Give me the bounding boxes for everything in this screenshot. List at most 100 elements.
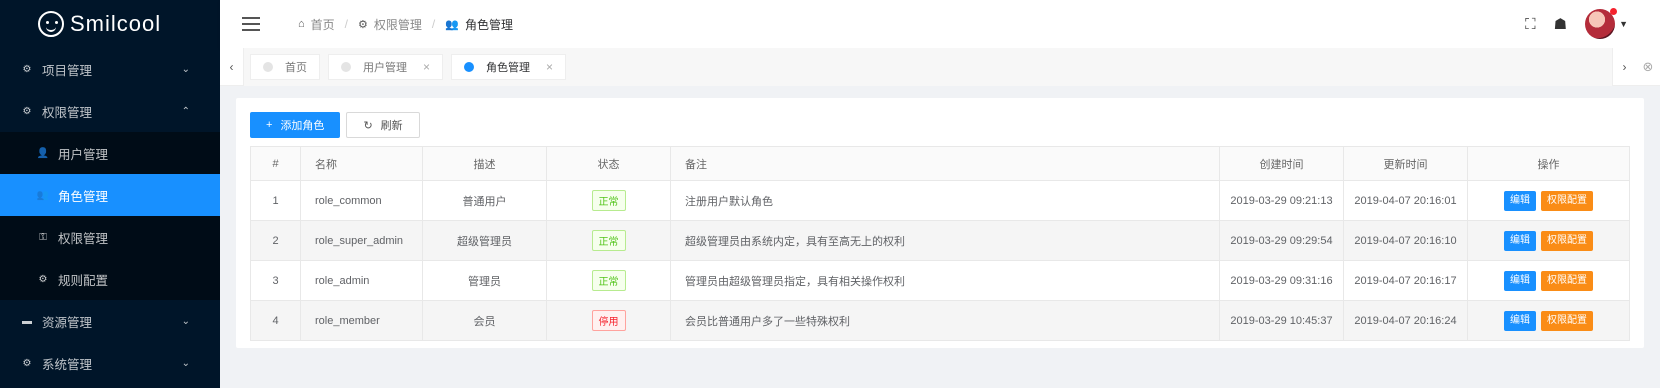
- sidebar-item-rules[interactable]: ⚙ 规则配置: [0, 258, 220, 300]
- cell-updated: 2019-04-07 20:16:24: [1343, 300, 1468, 341]
- gear-icon: ⚙: [358, 18, 368, 31]
- cell-index: 4: [250, 300, 301, 341]
- tab-home[interactable]: 首页: [250, 53, 320, 80]
- close-icon[interactable]: ×: [546, 60, 553, 74]
- tab-roles[interactable]: 角色管理 ×: [451, 53, 567, 80]
- gear-icon: ⚙: [38, 273, 48, 285]
- role-table: # 名称 描述 状态 备注 创建时间 更新时间 操作 1 role_common…: [250, 146, 1630, 341]
- cell-desc: 普通用户: [422, 180, 547, 221]
- table-row: 3 role_admin 管理员 正常 管理员由超级管理员指定，具有相关操作权利…: [250, 260, 1630, 301]
- sidebar-item-resources[interactable]: ▬ 资源管理 ⌄: [0, 300, 220, 342]
- sidebar: Smilcool ⚙ 项目管理 ⌄ ⚙ 权限管理 ⌃ 👤 用户管理 👥 角色管理…: [0, 0, 220, 388]
- tab-scroll-left-icon[interactable]: ‹: [220, 47, 244, 86]
- sidebar-item-label: 项目管理: [42, 63, 93, 78]
- avatar[interactable]: [1585, 8, 1618, 39]
- cell-desc: 超级管理员: [422, 220, 547, 261]
- col-name: 名称: [300, 146, 423, 181]
- tab-bar: ‹ 首页 用户管理 × 角色管理 × › ⊗: [220, 47, 1660, 86]
- cell-status: 正常: [546, 260, 671, 301]
- breadcrumb: ⌂ 首页 / ⚙ 权限管理 / 👥 角色管理: [298, 16, 513, 33]
- edit-button[interactable]: 编辑: [1503, 230, 1536, 251]
- cell-created: 2019-03-29 09:31:16: [1219, 260, 1344, 301]
- gear-icon: ⚙: [22, 63, 32, 75]
- close-icon[interactable]: ×: [423, 60, 430, 74]
- col-status: 状态: [546, 146, 671, 181]
- tab-dot: [464, 61, 475, 72]
- sidebar-item-projects[interactable]: ⚙ 项目管理 ⌄: [0, 48, 220, 90]
- header-actions: ⛶ ☗ ▼: [1525, 8, 1628, 39]
- cell-index: 2: [250, 220, 301, 261]
- refresh-button[interactable]: ↻ 刷新: [346, 112, 420, 138]
- sidebar-item-system[interactable]: ⚙ 系统管理 ⌄: [0, 342, 220, 384]
- breadcrumb-permissions[interactable]: 权限管理: [374, 16, 422, 33]
- user-icon: 👤: [36, 147, 50, 159]
- col-desc: 描述: [422, 146, 547, 181]
- cell-created: 2019-03-29 09:21:13: [1219, 180, 1344, 221]
- cell-updated: 2019-04-07 20:16:10: [1343, 220, 1468, 261]
- cell-updated: 2019-04-07 20:16:01: [1343, 180, 1468, 221]
- status-badge: 正常: [591, 190, 626, 211]
- top-header: ⌂ 首页 / ⚙ 权限管理 / 👥 角色管理 ⛶ ☗ ▼: [220, 0, 1660, 48]
- home-icon: ⌂: [298, 18, 305, 30]
- cell-index: 3: [250, 260, 301, 301]
- cell-remark: 会员比普通用户多了一些特殊权利: [670, 300, 1220, 341]
- breadcrumb-home[interactable]: 首页: [311, 16, 335, 33]
- cell-actions: 编辑 权限配置: [1467, 220, 1630, 261]
- cell-updated: 2019-04-07 20:16:17: [1343, 260, 1468, 301]
- table-header-row: # 名称 描述 状态 备注 创建时间 更新时间 操作: [250, 146, 1630, 181]
- fullscreen-icon[interactable]: ⛶: [1525, 16, 1536, 33]
- gear-icon: ⚙: [22, 105, 32, 117]
- sidebar-item-label: 用户管理: [58, 147, 109, 162]
- refresh-label: 刷新: [380, 120, 403, 132]
- col-index: #: [250, 146, 301, 181]
- edit-button[interactable]: 编辑: [1503, 270, 1536, 291]
- cell-remark: 注册用户默认角色: [670, 180, 1220, 221]
- gear-icon: ⚙: [22, 357, 32, 369]
- col-created: 创建时间: [1219, 146, 1344, 181]
- logo[interactable]: Smilcool: [0, 0, 220, 48]
- col-remark: 备注: [670, 146, 1220, 181]
- sidebar-item-permissions[interactable]: ⚙ 权限管理 ⌃: [0, 90, 220, 132]
- sidebar-item-label: 系统管理: [42, 357, 93, 372]
- status-badge: 正常: [591, 270, 626, 291]
- cell-index: 1: [250, 180, 301, 221]
- main-area: ⌂ 首页 / ⚙ 权限管理 / 👥 角色管理 ⛶ ☗ ▼ ‹ 首页 用户管理 ×…: [220, 0, 1660, 388]
- menu-toggle-icon[interactable]: [242, 17, 260, 31]
- brand-name: Smilcool: [70, 11, 162, 36]
- table-row: 4 role_member 会员 停用 会员比普通用户多了一些特殊权利 2019…: [250, 300, 1630, 341]
- permission-config-button[interactable]: 权限配置: [1541, 310, 1594, 331]
- cell-created: 2019-03-29 09:29:54: [1219, 220, 1344, 261]
- close-all-tabs-icon[interactable]: ⊗: [1636, 48, 1660, 86]
- col-updated: 更新时间: [1343, 146, 1468, 181]
- cell-remark: 管理员由超级管理员指定，具有相关操作权利: [670, 260, 1220, 301]
- tab-users[interactable]: 用户管理 ×: [328, 53, 444, 80]
- key-icon: ⚿: [39, 231, 47, 243]
- add-role-label: 添加角色: [280, 120, 325, 132]
- refresh-icon: ↻: [363, 119, 373, 132]
- permission-config-button[interactable]: 权限配置: [1541, 230, 1594, 251]
- role-card: + 添加角色 ↻ 刷新 # 名称 描述 状态 备注 创建时间 更新时间 操作 1…: [236, 98, 1644, 348]
- users-icon: 👥: [445, 18, 459, 31]
- chevron-down-icon: ⌄: [181, 63, 190, 75]
- tab-scroll-right-icon[interactable]: ›: [1612, 47, 1636, 86]
- sidebar-item-perm-manage[interactable]: ⚿ 权限管理: [0, 216, 220, 258]
- cell-status: 正常: [546, 180, 671, 221]
- cell-created: 2019-03-29 10:45:37: [1219, 300, 1344, 341]
- cell-name: role_admin: [300, 260, 423, 301]
- table-row: 1 role_common 普通用户 正常 注册用户默认角色 2019-03-2…: [250, 180, 1630, 221]
- sidebar-item-label: 权限管理: [58, 231, 109, 246]
- add-role-button[interactable]: + 添加角色: [250, 112, 341, 138]
- users-icon: 👥: [36, 189, 50, 201]
- sidebar-item-roles[interactable]: 👥 角色管理: [0, 174, 220, 216]
- sidebar-item-users[interactable]: 👤 用户管理: [0, 132, 220, 174]
- permission-config-button[interactable]: 权限配置: [1541, 270, 1594, 291]
- permission-config-button[interactable]: 权限配置: [1541, 190, 1594, 211]
- cell-actions: 编辑 权限配置: [1467, 260, 1630, 301]
- edit-button[interactable]: 编辑: [1503, 310, 1536, 331]
- chevron-down-icon: ⌄: [181, 315, 190, 327]
- layout-icon[interactable]: ☗: [1554, 15, 1567, 33]
- edit-button[interactable]: 编辑: [1503, 190, 1536, 211]
- caret-down-icon[interactable]: ▼: [1619, 19, 1628, 29]
- table-row: 2 role_super_admin 超级管理员 正常 超级管理员由系统内定，具…: [250, 220, 1630, 261]
- cell-name: role_common: [300, 180, 423, 221]
